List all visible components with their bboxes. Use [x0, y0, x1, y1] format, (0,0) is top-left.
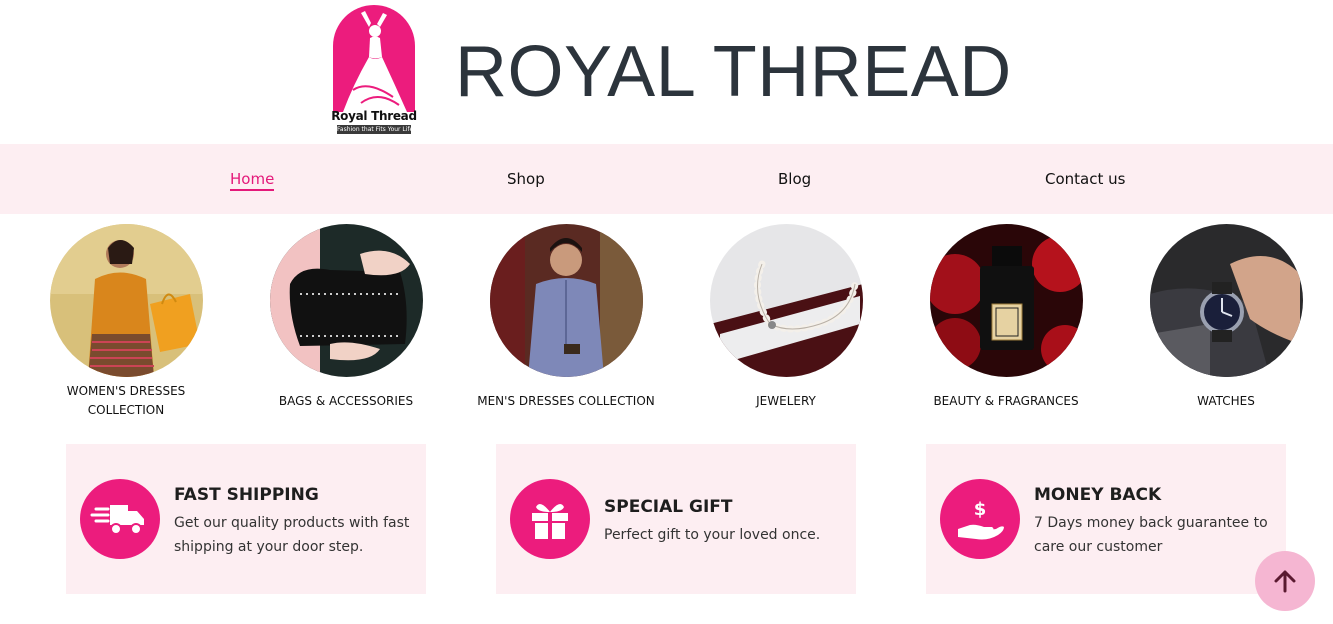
gift-icon: [510, 479, 590, 559]
feature-description: 7 Days money back guarantee to care our …: [1034, 515, 1268, 555]
category-label: BAGS & ACCESSORIES: [278, 394, 414, 408]
category-label-line1: WOMEN'S DRESSES: [66, 384, 186, 398]
nav-item-shop[interactable]: Shop: [507, 170, 545, 188]
category-image[interactable]: [1149, 224, 1303, 377]
nav-item-contact[interactable]: Contact us: [1045, 170, 1125, 188]
category-jewelery[interactable]: JEWELERY: [686, 224, 886, 408]
category-label-line2: COLLECTION: [87, 403, 165, 417]
logo-tagline: Fashion that Fits Your Life: [337, 125, 411, 134]
category-image[interactable]: [709, 224, 863, 377]
category-womens-dresses[interactable]: WOMEN'S DRESSES COLLECTION: [26, 224, 226, 417]
feature-card-fast-shipping: FAST SHIPPING Get our quality products w…: [66, 444, 426, 594]
arrow-up-icon: [1274, 570, 1296, 593]
feature-title: FAST SHIPPING: [174, 485, 319, 505]
page-title: ROYAL THREAD: [455, 32, 1012, 112]
category-beauty-fragrances[interactable]: BEAUTY & FRAGRANCES: [906, 224, 1106, 408]
category-label: WATCHES: [1197, 394, 1255, 408]
feature-card-special-gift: SPECIAL GIFT Perfect gift to your loved …: [496, 444, 856, 594]
site-header: Royal Thread Fashion that Fits Your Life…: [0, 0, 1333, 144]
main-navigation: Home Shop Blog Contact us: [0, 144, 1333, 214]
category-image[interactable]: [929, 224, 1083, 377]
truck-icon: [80, 479, 160, 559]
logo-name: Royal Thread: [331, 109, 417, 123]
category-image[interactable]: [49, 224, 203, 377]
money-hand-icon: $: [940, 479, 1020, 559]
nav-item-blog[interactable]: Blog: [778, 170, 811, 188]
nav-item-home[interactable]: Home: [230, 170, 275, 191]
svg-text:$: $: [974, 499, 987, 520]
feature-title: SPECIAL GIFT: [604, 497, 733, 517]
category-image[interactable]: [489, 224, 643, 377]
feature-card-money-back: $ MONEY BACK 7 Days money back guarantee…: [926, 444, 1286, 594]
feature-title: MONEY BACK: [1034, 485, 1162, 505]
category-label: JEWELERY: [756, 394, 816, 408]
category-image[interactable]: [269, 224, 423, 377]
scroll-to-top-button[interactable]: [1255, 551, 1315, 611]
category-bags-accessories[interactable]: BAGS & ACCESSORIES: [246, 224, 446, 408]
logo-emblem: [333, 5, 415, 112]
category-label: MEN'S DRESSES COLLECTION: [477, 394, 655, 408]
feature-description: Get our quality products with fast shipp…: [174, 515, 410, 555]
category-watches[interactable]: WATCHES: [1126, 224, 1326, 408]
brand-logo[interactable]: Royal Thread Fashion that Fits Your Life: [331, 5, 417, 135]
category-label: WOMEN'S DRESSES COLLECTION: [26, 382, 226, 420]
category-mens-dresses[interactable]: MEN'S DRESSES COLLECTION: [466, 224, 666, 408]
category-label: BEAUTY & FRAGRANCES: [933, 394, 1079, 408]
feature-description: Perfect gift to your loved once.: [604, 527, 821, 543]
